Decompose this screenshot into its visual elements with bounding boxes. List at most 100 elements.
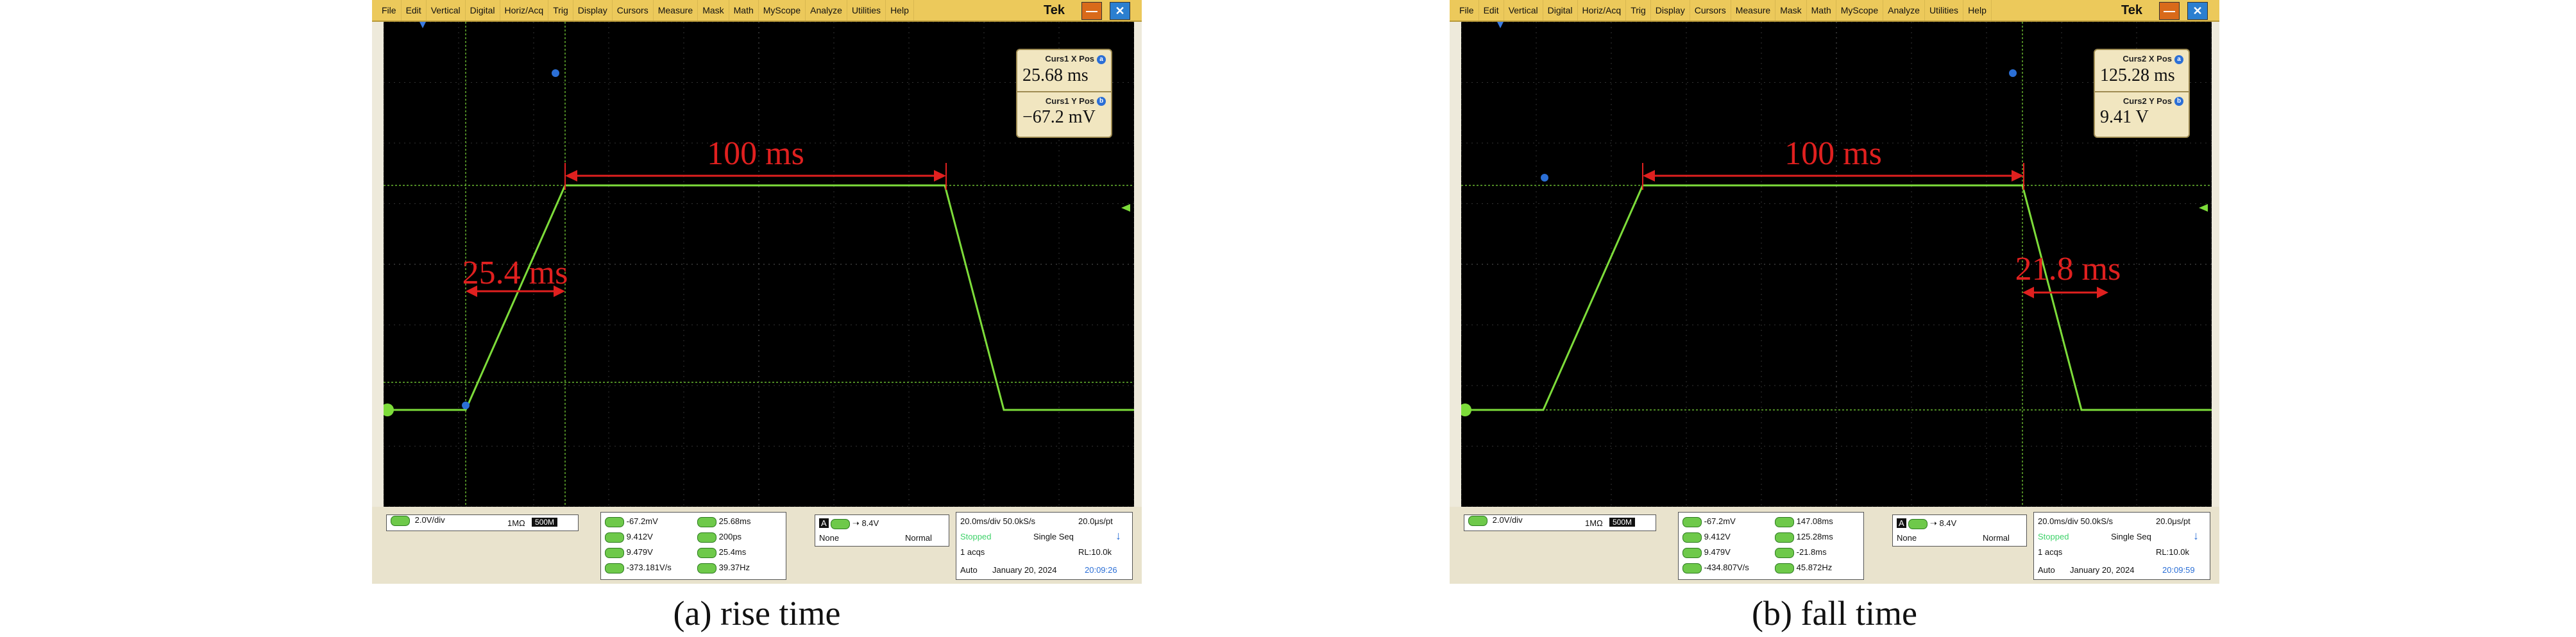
menu-myscope[interactable]: MyScope — [759, 0, 806, 21]
status-area-a: 2.0V/div 1MΩ 500M -67.2mV 9.412V 9.479V … — [372, 507, 1142, 584]
trigger-position-marker[interactable] — [1496, 22, 1504, 28]
bandwidth-badge: 500M — [532, 518, 558, 527]
cursor-a-marker[interactable] — [552, 69, 559, 77]
meas-chip — [1775, 516, 1794, 527]
menu-digital[interactable]: Digital — [466, 0, 500, 21]
close-button[interactable]: ✕ — [2187, 2, 2208, 20]
channel-1-ground-marker[interactable] — [384, 403, 394, 416]
acquisition-count: 1 acqs — [2038, 547, 2063, 557]
menu-display[interactable]: Display — [573, 0, 613, 21]
measurements-a[interactable]: -67.2mV 9.412V 9.479V -373.181V/s 25.68m… — [600, 512, 786, 580]
channel-1-chip — [1468, 515, 1487, 526]
timebase-settings-b[interactable]: 20.0ms/div 50.0kS/s 20.0μs/pt Stopped Si… — [2033, 512, 2210, 580]
cursor-a-marker[interactable] — [2009, 69, 2017, 77]
menu-edit[interactable]: Edit — [402, 0, 427, 21]
menu-mask[interactable]: Mask — [698, 0, 729, 21]
menu-horiz-acq[interactable]: Horiz/Acq — [500, 0, 549, 21]
menu-digital[interactable]: Digital — [1543, 0, 1578, 21]
trigger-level-marker[interactable] — [2199, 204, 2208, 212]
edge-arrow-head-left — [2022, 287, 2034, 298]
menu-file[interactable]: File — [1455, 0, 1479, 21]
trigger-slope-icon: ➝ — [852, 518, 860, 528]
vdiv-value: 2.0V/div — [1492, 515, 1523, 525]
vdiv-value: 2.0V/div — [414, 515, 445, 525]
channel-1-chip — [391, 515, 410, 526]
close-button[interactable]: ✕ — [1110, 2, 1130, 20]
cursor-b-marker[interactable] — [1541, 174, 1548, 182]
meas-chip — [605, 516, 624, 527]
minimize-button[interactable]: — — [2159, 2, 2180, 20]
menu-cursors[interactable]: Cursors — [1690, 0, 1731, 21]
trigger-position-marker[interactable] — [419, 22, 427, 28]
trigger-level: 8.4V — [1939, 518, 1957, 528]
menu-mask[interactable]: Mask — [1775, 0, 1807, 21]
sequence-mode: Single Seq — [1033, 532, 1074, 541]
menu-measure[interactable]: Measure — [1731, 0, 1776, 21]
channel-settings-a[interactable]: 2.0V/div 1MΩ 500M — [386, 514, 579, 531]
menu-vertical[interactable]: Vertical — [427, 0, 466, 21]
meas-value: -67.2mV — [626, 516, 658, 526]
meas-value: 125.28ms — [1796, 532, 1833, 541]
menu-measure[interactable]: Measure — [654, 0, 699, 21]
meas-value: 25.68ms — [718, 516, 751, 526]
trigger-settings-a[interactable]: A ➝ 8.4V None Normal — [815, 514, 949, 547]
meas-value: -21.8ms — [1796, 547, 1827, 557]
trigger-mode: None — [819, 533, 840, 543]
menu-myscope[interactable]: MyScope — [1836, 0, 1884, 21]
meas-chip — [697, 516, 716, 527]
cursor-readout-b[interactable]: Curs2 X Pos a 125.28 ms Curs2 Y Pos b 9.41… — [2094, 49, 2190, 139]
waveform-screen-b[interactable]: 100 ms 21.8 ms Curs2 X Pos a 125.28 ms Cu… — [1461, 22, 2212, 507]
meas-value: 39.37Hz — [718, 563, 750, 572]
trigger-level-marker[interactable] — [1121, 204, 1130, 212]
waveform-screen-a[interactable]: 100 ms 25.4 ms Curs1 X Pos a 25.68 ms Cur… — [384, 22, 1134, 507]
menu-math[interactable]: Math — [1807, 0, 1836, 21]
meas-chip — [605, 563, 624, 573]
meas-chip — [1682, 547, 1702, 558]
time: 20:09:26 — [1085, 565, 1117, 575]
meas-value: -434.807V/s — [1704, 563, 1749, 572]
menu-display[interactable]: Display — [1651, 0, 1690, 21]
menu-bar-a: File Edit Vertical Digital Horiz/Acq Tri… — [372, 0, 1142, 22]
menu-utilities[interactable]: Utilities — [847, 0, 886, 21]
minimize-icon: — — [1086, 4, 1097, 17]
timebase-settings-a[interactable]: 20.0ms/div 50.0kS/s 20.0μs/pt Stopped Si… — [956, 512, 1133, 580]
meas-chip — [697, 547, 716, 558]
minimize-button[interactable]: — — [1081, 2, 1102, 20]
run-status: Stopped — [2038, 532, 2069, 541]
menu-horiz-acq[interactable]: Horiz/Acq — [1578, 0, 1627, 21]
meas-value: 25.4ms — [718, 547, 747, 557]
menu-utilities[interactable]: Utilities — [1925, 0, 1964, 21]
meas-chip — [1775, 563, 1794, 573]
cursor-b-marker[interactable] — [462, 402, 470, 409]
menu-trig[interactable]: Trig — [548, 0, 573, 21]
timebase-line: 20.0ms/div 50.0kS/s — [960, 516, 1036, 526]
menu-trig[interactable]: Trig — [1626, 0, 1651, 21]
menu-cursors[interactable]: Cursors — [613, 0, 654, 21]
time-per-point: 20.0μs/pt — [1078, 516, 1113, 526]
menu-help[interactable]: Help — [886, 0, 914, 21]
record-length: RL:10.0k — [1078, 547, 1112, 557]
menu-math[interactable]: Math — [729, 0, 759, 21]
menu-edit[interactable]: Edit — [1479, 0, 1504, 21]
sequence-mode: Single Seq — [2111, 532, 2151, 541]
status-area-b: 2.0V/div 1MΩ 500M -67.2mV 9.412V 9.479V … — [1450, 507, 2219, 584]
measurements-b[interactable]: -67.2mV 9.412V 9.479V -434.807V/s 147.08… — [1678, 512, 1864, 580]
channel-1-ground-marker[interactable] — [1461, 403, 1471, 416]
cursor-y-label: Curs1 Y Pos — [1045, 96, 1094, 106]
down-arrow-icon: ↓ — [2193, 529, 2199, 542]
menu-file[interactable]: File — [377, 0, 402, 21]
panel-b: File Edit Vertical Digital Horiz/Acq Tri… — [1450, 0, 2219, 633]
scope-window-a: File Edit Vertical Digital Horiz/Acq Tri… — [372, 0, 1142, 584]
impedance-value: 1MΩ — [507, 518, 525, 528]
menu-analyze[interactable]: Analyze — [806, 0, 847, 21]
menu-help[interactable]: Help — [1963, 0, 1992, 21]
meas-chip — [697, 563, 716, 573]
width-arrow-head-left — [565, 170, 577, 182]
channel-settings-b[interactable]: 2.0V/div 1MΩ 500M — [1464, 514, 1656, 531]
trigger-settings-b[interactable]: A ➝ 8.4V None Normal — [1892, 514, 2027, 547]
close-icon: ✕ — [2192, 4, 2203, 17]
menu-vertical[interactable]: Vertical — [1504, 0, 1543, 21]
cursor-readout-a[interactable]: Curs1 X Pos a 25.68 ms Curs1 Y Pos b −67.2… — [1016, 49, 1112, 139]
menu-analyze[interactable]: Analyze — [1883, 0, 1925, 21]
cursor-x-value: 125.28 ms — [2100, 65, 2175, 85]
